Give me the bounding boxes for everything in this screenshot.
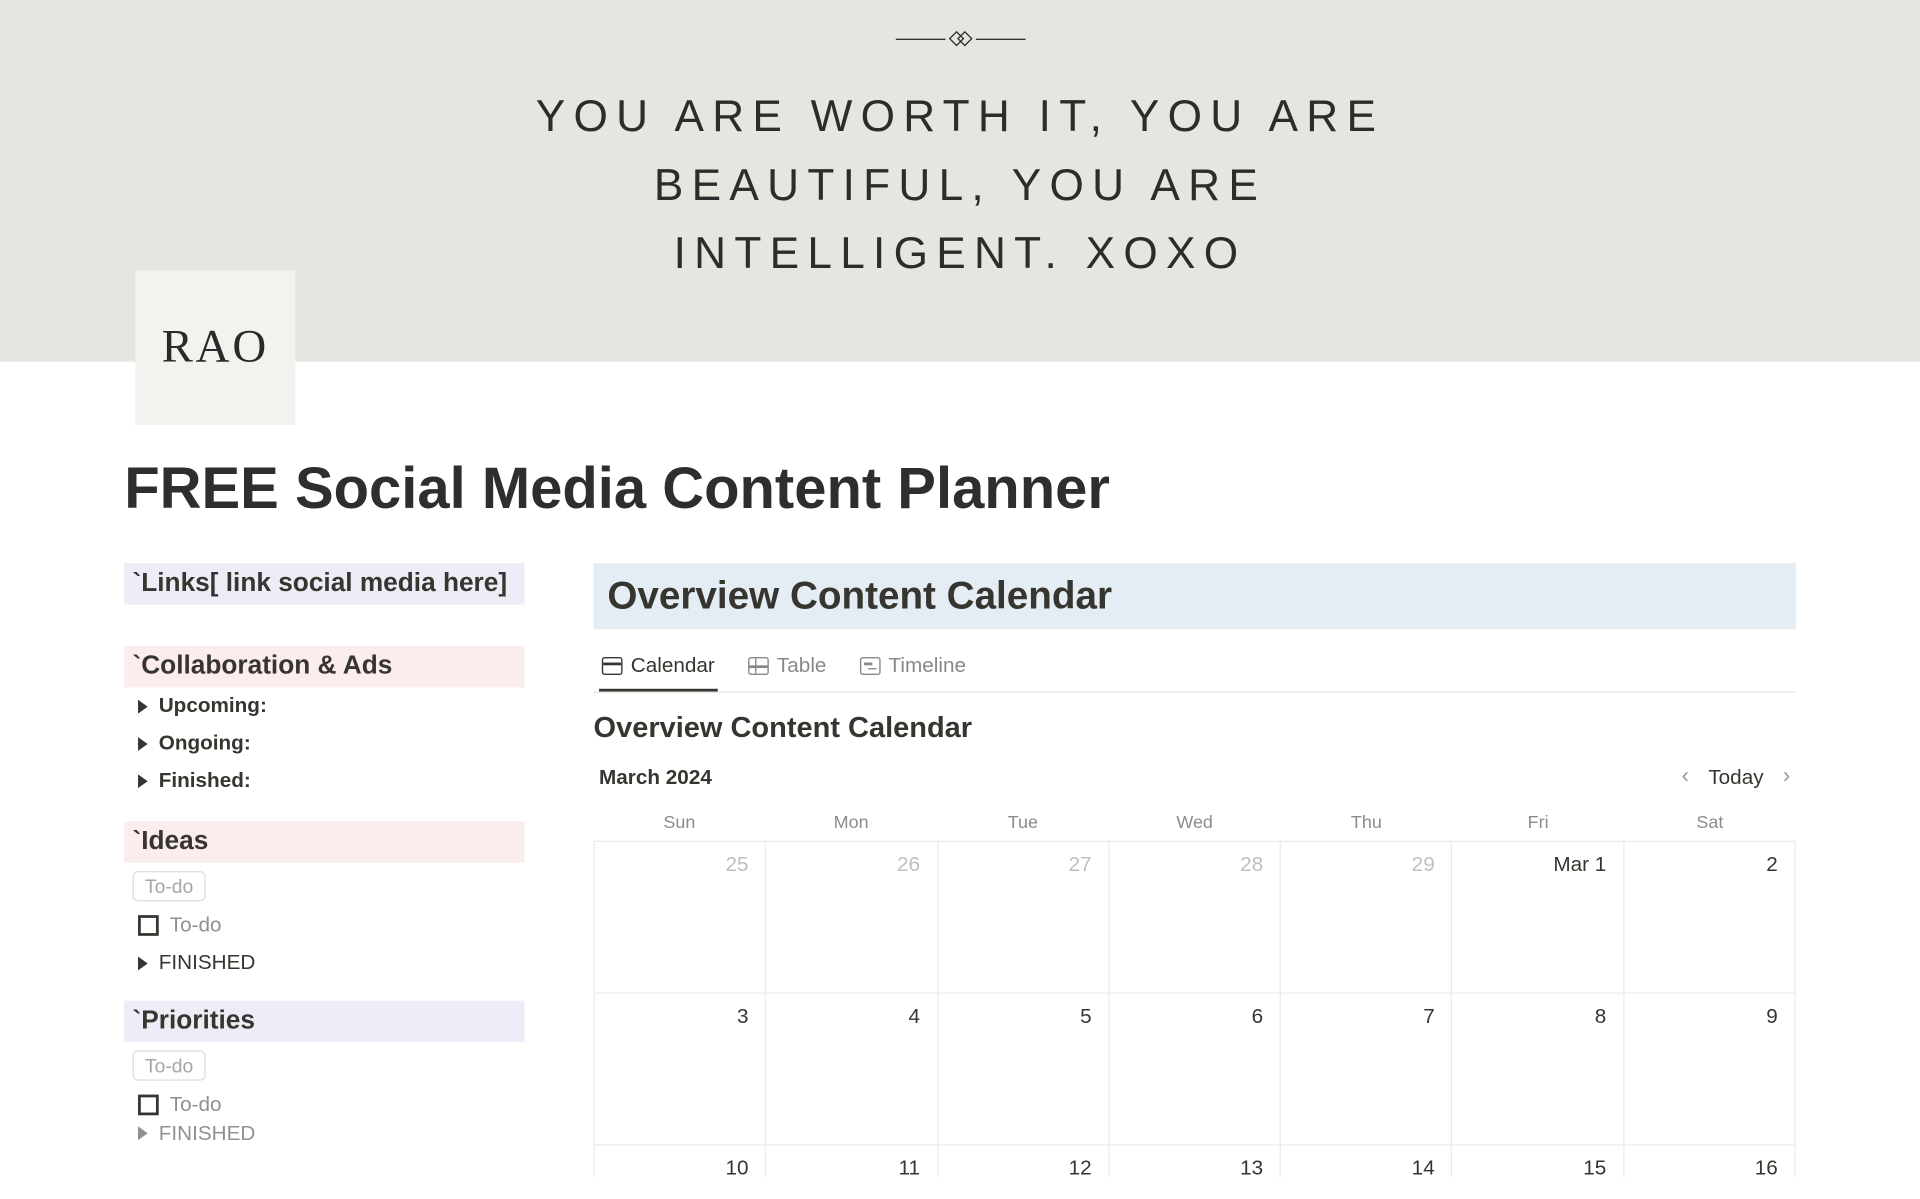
view-tabs: Calendar Table Timeline [594, 643, 1796, 693]
calendar-cell[interactable]: 12 [938, 1144, 1110, 1177]
toggle-upcoming[interactable]: Upcoming: [124, 687, 524, 724]
sidebar: `Links[ link social media here] `Collabo… [124, 563, 524, 1177]
logo-text: RAO [162, 322, 269, 374]
calendar-cell[interactable]: 5 [938, 992, 1110, 1144]
ideas-todo-tag[interactable]: To-do [133, 871, 206, 901]
tab-timeline[interactable]: Timeline [857, 643, 969, 691]
next-month-button[interactable]: › [1783, 765, 1790, 790]
collab-heading[interactable]: `Collaboration & Ads [124, 646, 524, 687]
calendar-cell[interactable]: 28 [1110, 841, 1282, 993]
today-button[interactable]: Today [1708, 765, 1763, 788]
calendar-cell[interactable]: 3 [595, 992, 767, 1144]
hero-quote: YOU ARE WORTH IT, YOU ARE BEAUTIFUL, YOU… [477, 83, 1443, 288]
calendar-cell[interactable]: 29 [1281, 841, 1453, 993]
hero-banner: YOU ARE WORTH IT, YOU ARE BEAUTIFUL, YOU… [0, 0, 1920, 362]
weekday: Fri [1452, 803, 1624, 840]
database-title[interactable]: Overview Content Calendar [594, 712, 1796, 745]
ideas-heading[interactable]: `Ideas [124, 821, 524, 862]
table-icon [748, 657, 769, 675]
calendar-cell[interactable]: 8 [1453, 992, 1625, 1144]
weekday: Sun [594, 803, 766, 840]
weekday: Sat [1624, 803, 1796, 840]
weekday: Mon [765, 803, 937, 840]
timeline-icon [860, 657, 881, 675]
priorities-finished-toggle[interactable]: FINISHED [124, 1124, 524, 1143]
ideas-todo-check[interactable]: To-do [124, 907, 524, 944]
ideas-finished-toggle[interactable]: FINISHED [124, 944, 524, 981]
checkbox-icon [138, 915, 159, 936]
checkbox-icon [138, 1095, 159, 1116]
calendar-cell[interactable]: 10 [595, 1144, 767, 1177]
chevron-right-icon [138, 1126, 148, 1140]
calendar-cell[interactable]: 13 [1110, 1144, 1282, 1177]
main-column: Overview Content Calendar Calendar Table… [594, 563, 1796, 1177]
chevron-right-icon [138, 736, 148, 750]
chevron-right-icon [138, 699, 148, 713]
calendar-cell[interactable]: 14 [1281, 1144, 1453, 1177]
calendar-month: March 2024 [599, 765, 712, 788]
calendar-icon [602, 657, 623, 675]
links-heading[interactable]: `Links[ link social media here] [124, 563, 524, 604]
calendar-cell[interactable]: 6 [1110, 992, 1282, 1144]
calendar-cell[interactable]: 25 [595, 841, 767, 993]
calendar-cell[interactable]: 11 [766, 1144, 938, 1177]
calendar-cell[interactable]: Mar 1 [1453, 841, 1625, 993]
priorities-todo-tag[interactable]: To-do [133, 1050, 206, 1080]
calendar-cell[interactable]: 16 [1624, 1144, 1796, 1177]
tab-calendar[interactable]: Calendar [599, 643, 718, 691]
calendar-cell[interactable]: 26 [766, 841, 938, 993]
weekday: Wed [1109, 803, 1281, 840]
toggle-finished[interactable]: Finished: [124, 762, 524, 799]
tab-table[interactable]: Table [745, 643, 829, 691]
overview-heading[interactable]: Overview Content Calendar [594, 563, 1796, 629]
calendar-cell[interactable]: 15 [1453, 1144, 1625, 1177]
weekday: Thu [1281, 803, 1453, 840]
calendar-cell[interactable]: 7 [1281, 992, 1453, 1144]
page-title: FREE Social Media Content Planner [124, 455, 1796, 521]
chevron-right-icon [138, 774, 148, 788]
calendar-cell[interactable]: 27 [938, 841, 1110, 993]
weekday-header: Sun Mon Tue Wed Thu Fri Sat [594, 803, 1796, 840]
calendar-cell[interactable]: 4 [766, 992, 938, 1144]
calendar-grid: 25 26 27 28 29 Mar 1 2 3 4 5 6 7 8 9 10 … [594, 841, 1796, 1178]
prev-month-button[interactable]: ‹ [1682, 765, 1689, 790]
calendar-cell[interactable]: 9 [1624, 992, 1796, 1144]
weekday: Tue [937, 803, 1109, 840]
calendar-cell[interactable]: 2 [1624, 841, 1796, 993]
priorities-heading[interactable]: `Priorities [124, 1001, 524, 1042]
priorities-todo-check[interactable]: To-do [124, 1086, 524, 1123]
toggle-ongoing[interactable]: Ongoing: [124, 725, 524, 762]
page-logo: RAO [135, 271, 295, 426]
chevron-right-icon [138, 956, 148, 970]
hero-divider [895, 33, 1025, 44]
